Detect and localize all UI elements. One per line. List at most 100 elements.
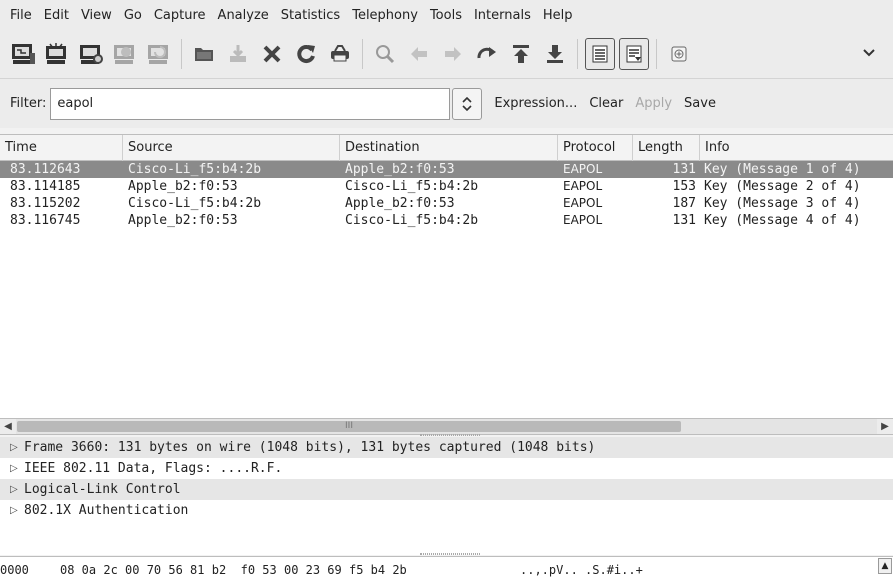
packet-time: 83.114185	[10, 179, 81, 194]
packet-info: Key (Message 2 of 4)	[704, 179, 861, 194]
detail-row-label: Logical-Link Control	[24, 482, 181, 497]
menu-statistics[interactable]: Statistics	[275, 8, 346, 23]
packet-length: 131	[672, 213, 696, 228]
bytes-ascii[interactable]: ..,.pV.. .S.#i..+	[520, 563, 643, 577]
pane-splitter[interactable]	[420, 434, 480, 436]
packet-length: 187	[672, 196, 696, 211]
save-file-icon[interactable]	[221, 36, 255, 72]
colorize-icon[interactable]	[585, 38, 615, 70]
packet-source: Apple_b2:f0:53	[128, 179, 238, 194]
packet-details-tree: ▷ Frame 3660: 131 bytes on wire (1048 bi…	[0, 437, 893, 555]
detail-row-ieee80211[interactable]: ▷ IEEE 802.11 Data, Flags: ....R.F.	[0, 458, 893, 479]
packet-list-header: Time Source Destination Protocol Length …	[0, 135, 893, 161]
packet-row[interactable]: 83.112643 Cisco-Li_f5:b4:2b Apple_b2:f0:…	[0, 161, 893, 178]
pane-splitter[interactable]	[420, 553, 480, 555]
go-last-icon[interactable]	[538, 36, 572, 72]
packet-bytes-pane: 0000 08 0a 2c 00 70 56 81 b2 f0 53 00 23 …	[0, 556, 893, 580]
toolbar-separator	[656, 39, 657, 69]
packet-protocol: EAPOL	[563, 162, 603, 176]
packet-time: 83.116745	[10, 213, 81, 228]
packet-protocol: EAPOL	[563, 213, 603, 227]
packet-destination: Cisco-Li_f5:b4:2b	[345, 179, 479, 194]
packet-row[interactable]: 83.116745 Apple_b2:f0:53 Cisco-Li_f5:b4:…	[0, 212, 893, 229]
filter-input[interactable]	[50, 87, 451, 120]
packet-info: Key (Message 1 of 4)	[704, 162, 861, 177]
detail-row-llc[interactable]: ▷ Logical-Link Control	[0, 479, 893, 500]
column-header-length[interactable]: Length	[633, 135, 700, 161]
go-forward-icon[interactable]	[436, 36, 470, 72]
filter-history-button[interactable]	[452, 87, 483, 120]
stop-capture-icon[interactable]	[108, 36, 142, 72]
scrollbar-thumb[interactable]: III	[17, 421, 681, 432]
capture-options-icon[interactable]	[40, 36, 74, 72]
expand-triangle-icon[interactable]: ▷	[10, 458, 20, 479]
column-header-time[interactable]: Time	[0, 135, 123, 161]
packet-protocol: EAPOL	[563, 196, 603, 210]
expand-triangle-icon[interactable]: ▷	[10, 437, 20, 458]
menu-go[interactable]: Go	[118, 8, 148, 23]
packet-row[interactable]: 83.115202 Cisco-Li_f5:b4:2b Apple_b2:f0:…	[0, 195, 893, 212]
column-header-destination[interactable]: Destination	[340, 135, 558, 161]
detail-row-label: 802.1X Authentication	[24, 503, 189, 518]
scrollbar-grip: III	[345, 421, 353, 431]
packet-source: Apple_b2:f0:53	[128, 213, 238, 228]
menu-help[interactable]: Help	[537, 8, 579, 23]
expand-triangle-icon[interactable]: ▷	[10, 500, 20, 521]
close-file-icon[interactable]	[255, 36, 289, 72]
open-file-icon[interactable]	[187, 36, 221, 72]
detail-row-label: IEEE 802.11 Data, Flags: ....R.F.	[24, 461, 283, 476]
find-packet-icon[interactable]	[368, 36, 402, 72]
packet-destination: Apple_b2:f0:53	[345, 196, 455, 211]
scroll-left-icon[interactable]: ◀	[0, 419, 16, 434]
updown-chevron-icon	[462, 96, 472, 111]
apply-button[interactable]: Apply	[635, 96, 672, 111]
restart-capture-icon[interactable]	[142, 36, 176, 72]
packet-destination: Apple_b2:f0:53	[345, 162, 455, 177]
menu-capture[interactable]: Capture	[148, 8, 212, 23]
reload-icon[interactable]	[289, 36, 323, 72]
packet-length: 153	[672, 179, 696, 194]
print-icon[interactable]	[323, 36, 357, 72]
packet-time: 83.112643	[10, 162, 81, 177]
packet-source: Cisco-Li_f5:b4:2b	[128, 196, 262, 211]
packet-destination: Cisco-Li_f5:b4:2b	[345, 213, 479, 228]
toolbar-separator	[181, 39, 182, 69]
column-header-info[interactable]: Info	[700, 135, 893, 161]
toolbar-separator	[362, 39, 363, 69]
packet-length: 131	[672, 162, 696, 177]
column-header-protocol[interactable]: Protocol	[558, 135, 633, 161]
start-capture-icon[interactable]	[74, 36, 108, 72]
zoom-in-icon[interactable]	[662, 36, 696, 72]
main-toolbar	[0, 30, 893, 78]
scroll-right-icon[interactable]: ▶	[877, 419, 893, 434]
go-first-icon[interactable]	[504, 36, 538, 72]
detail-row-8021x[interactable]: ▷ 802.1X Authentication	[0, 500, 893, 521]
go-back-icon[interactable]	[402, 36, 436, 72]
packet-list-horizontal-scrollbar[interactable]: ◀ III ▶	[0, 418, 893, 435]
packet-source: Cisco-Li_f5:b4:2b	[128, 162, 262, 177]
detail-row-frame[interactable]: ▷ Frame 3660: 131 bytes on wire (1048 bi…	[0, 437, 893, 458]
menu-telephony[interactable]: Telephony	[346, 8, 424, 23]
expand-triangle-icon[interactable]: ▷	[10, 479, 20, 500]
bytes-hex[interactable]: 08 0a 2c 00 70 56 81 b2 f0 53 00 23 69 f…	[60, 563, 407, 577]
menu-tools[interactable]: Tools	[424, 8, 468, 23]
menu-file[interactable]: File	[4, 8, 38, 23]
bytes-offset: 0000	[0, 563, 29, 577]
expression-button[interactable]: Expression...	[494, 96, 577, 111]
packet-protocol: EAPOL	[563, 179, 603, 193]
scroll-up-icon[interactable]: ▲	[878, 558, 892, 574]
menu-analyze[interactable]: Analyze	[212, 8, 275, 23]
autoscroll-icon[interactable]	[619, 38, 649, 70]
interfaces-icon[interactable]	[6, 36, 40, 72]
menu-edit[interactable]: Edit	[38, 8, 75, 23]
packet-info: Key (Message 4 of 4)	[704, 213, 861, 228]
menu-internals[interactable]: Internals	[468, 8, 537, 23]
save-filter-button[interactable]: Save	[684, 96, 716, 111]
packet-row[interactable]: 83.114185 Apple_b2:f0:53 Cisco-Li_f5:b4:…	[0, 178, 893, 195]
column-header-source[interactable]: Source	[123, 135, 340, 161]
clear-button[interactable]: Clear	[589, 96, 623, 111]
chevron-down-icon[interactable]	[859, 42, 879, 64]
packet-time: 83.115202	[10, 196, 81, 211]
go-to-packet-icon[interactable]	[470, 36, 504, 72]
menu-view[interactable]: View	[75, 8, 118, 23]
